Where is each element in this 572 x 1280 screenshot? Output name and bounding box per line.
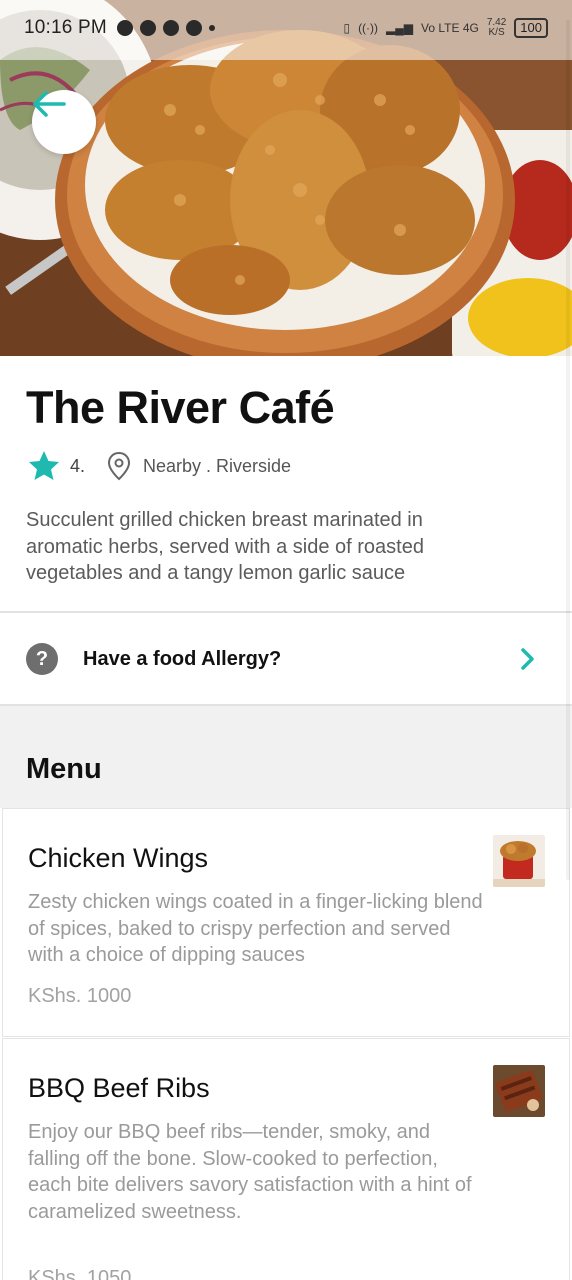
menu-item-thumbnail xyxy=(493,835,545,887)
menu-item-price: KShs. 1000 xyxy=(28,985,132,1007)
arrow-left-icon xyxy=(33,91,66,117)
menu-item-thumbnail xyxy=(493,1065,545,1117)
hotspot-icon: ((·)) xyxy=(358,21,379,35)
chicken-wings-thumbnail xyxy=(493,835,545,887)
tiktok-icon xyxy=(139,20,156,36)
restaurant-meta: 4. Nearby . Riverside xyxy=(28,448,291,484)
back-button[interactable] xyxy=(32,90,96,154)
restaurant-description: Succulent grilled chicken breast marinat… xyxy=(26,509,424,584)
signal-icon: ▂▄▆ xyxy=(386,21,414,35)
menu-section-header: Menu xyxy=(0,706,572,808)
notification-icons xyxy=(116,20,215,36)
menu-item-card[interactable]: BBQ Beef Ribs Enjoy our BBQ beef ribs—te… xyxy=(2,1038,570,1280)
rating-value: 4. xyxy=(70,455,86,476)
menu-item-price: KShs. 1050 xyxy=(28,1267,132,1280)
status-right-icons: ▯ ((·)) ▂▄▆ Vo LTE 4G 7.42 K/S 100 xyxy=(343,18,548,38)
network-label: Vo LTE 4G xyxy=(421,21,479,35)
data-speed: 7.42 K/S xyxy=(487,18,506,38)
allergy-label: Have a food Allergy? xyxy=(83,647,282,670)
star-icon xyxy=(29,451,59,480)
location-pin-icon xyxy=(108,451,131,481)
app-notification-icon xyxy=(116,20,133,36)
status-bar: 10:16 PM ▯ ((·)) ▂▄▆ Vo LTE 4G 7.42 K/S … xyxy=(0,0,572,56)
menu-item-name: Chicken Wings xyxy=(28,843,209,873)
menu-item-card[interactable]: Chicken Wings Zesty chicken wings coated… xyxy=(2,808,570,1037)
more-notifications-dot-icon xyxy=(208,25,215,31)
menu-item-name: BBQ Beef Ribs xyxy=(28,1073,210,1103)
status-time: 10:16 PM xyxy=(24,17,107,38)
hero-image: 10:16 PM ▯ ((·)) ▂▄▆ Vo LTE 4G 7.42 K/S … xyxy=(0,0,572,356)
help-icon: ? xyxy=(26,643,58,675)
food-allergy-row[interactable]: ? Have a food Allergy? xyxy=(0,613,572,705)
restaurant-name: The River Café xyxy=(26,382,335,433)
menu-item-description: Zesty chicken wings coated in a finger-l… xyxy=(28,891,483,966)
speed-unit: K/S xyxy=(488,27,505,38)
battery-icon: 100 xyxy=(514,18,548,38)
restaurant-location: Nearby . Riverside xyxy=(143,455,292,476)
scrollbar[interactable] xyxy=(566,20,570,880)
chevron-right-icon xyxy=(521,648,534,670)
vibrate-icon: ▯ xyxy=(343,21,351,35)
menu-item-description: Enjoy our BBQ beef ribs—tender, smoky, a… xyxy=(28,1121,472,1223)
bbq-ribs-thumbnail xyxy=(493,1065,545,1117)
snapchat-icon xyxy=(162,20,179,36)
menu-title: Menu xyxy=(26,753,102,785)
message-icon xyxy=(185,20,202,36)
